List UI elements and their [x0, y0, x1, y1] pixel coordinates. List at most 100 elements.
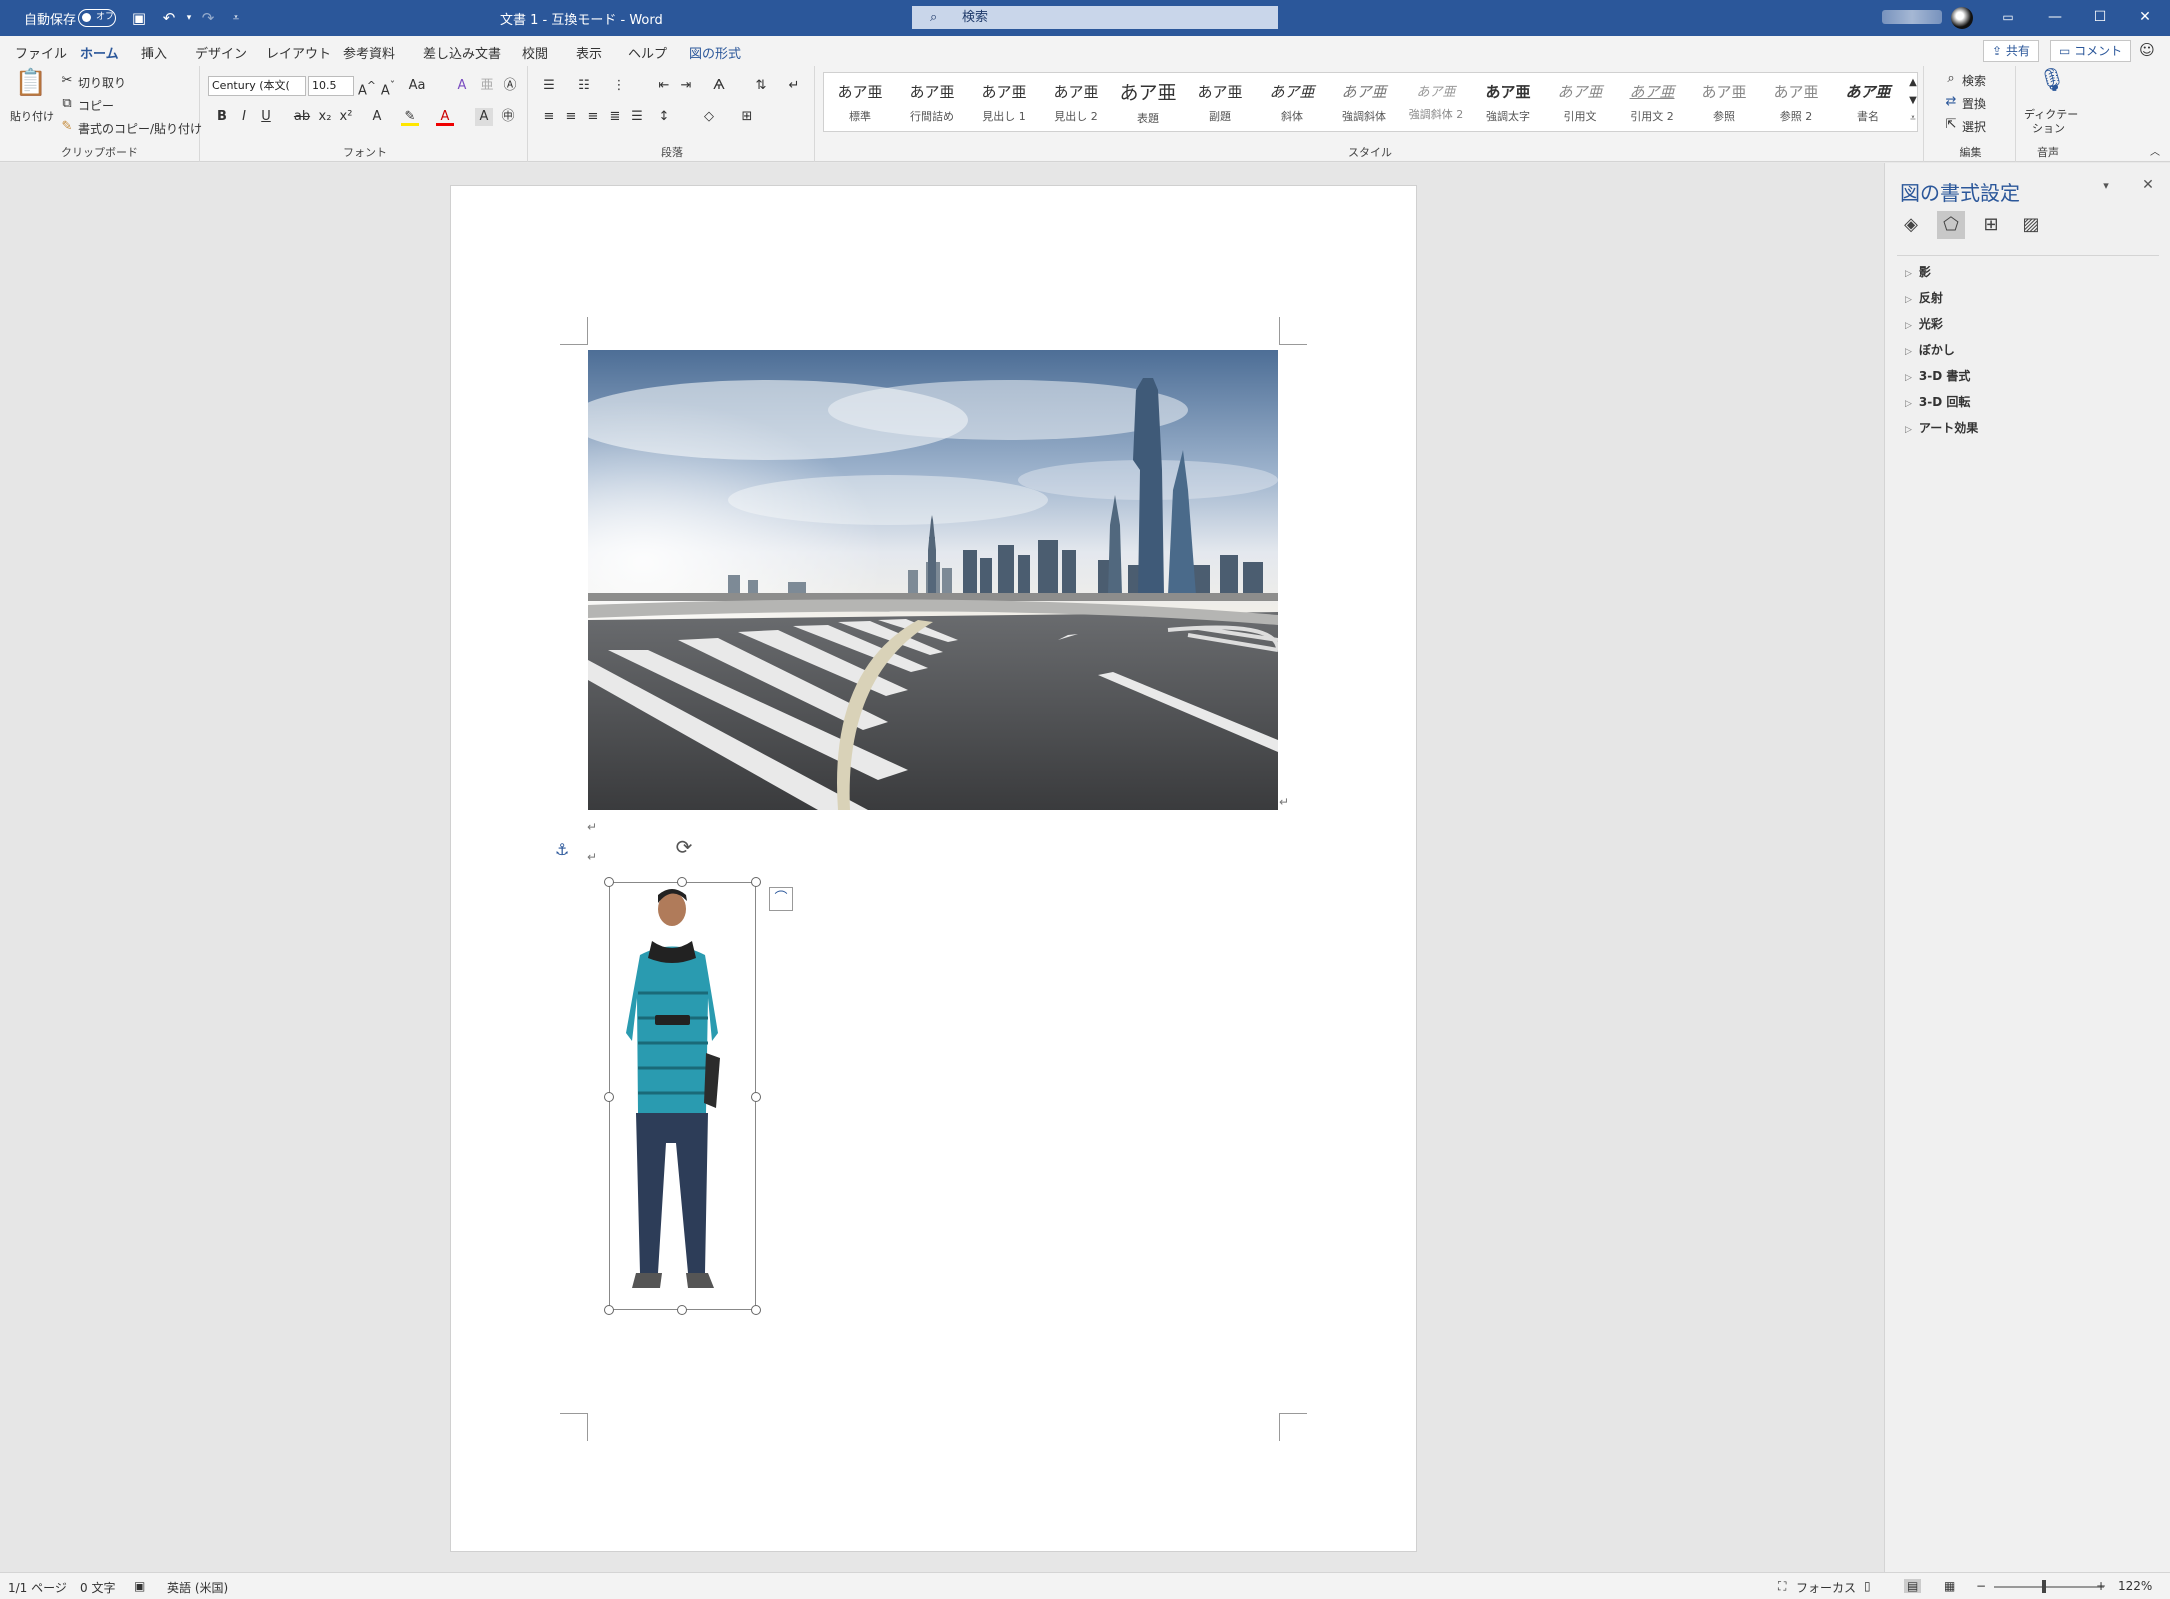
- cut-icon[interactable]: ✂: [58, 72, 76, 90]
- collapse-ribbon-icon[interactable]: ︿: [2146, 144, 2164, 162]
- resize-handle-tr[interactable]: [751, 877, 761, 887]
- enclose-characters-icon[interactable]: ㊥: [499, 108, 517, 126]
- style-intense-reference[interactable]: あア亜 参照 2: [1762, 75, 1830, 129]
- pane-item-3d-rotation[interactable]: 3-D 回転: [1905, 393, 1970, 410]
- resize-handle-bc[interactable]: [677, 1305, 687, 1315]
- resize-handle-bl[interactable]: [604, 1305, 614, 1315]
- customize-qat-icon[interactable]: ⩡: [225, 7, 247, 29]
- focus-icon[interactable]: ⛶: [1778, 1579, 1786, 1594]
- style-emphasis[interactable]: あア亜 斜体: [1258, 75, 1326, 129]
- avatar[interactable]: [1951, 7, 1973, 29]
- tab-view[interactable]: 表示: [576, 43, 602, 62]
- style-normal[interactable]: あア亜 標準: [826, 75, 894, 129]
- pane-item-glow[interactable]: 光彩: [1905, 315, 1943, 332]
- subscript-icon[interactable]: x₂: [316, 108, 334, 126]
- font-color-icon[interactable]: A: [436, 108, 454, 126]
- highlight-icon[interactable]: ✎: [401, 108, 419, 126]
- tab-mailings[interactable]: 差し込み文書: [423, 43, 501, 62]
- undo-icon[interactable]: ↶: [158, 7, 180, 29]
- clear-formatting-icon[interactable]: A: [453, 77, 471, 95]
- text-effects-icon[interactable]: A: [368, 108, 386, 126]
- font-name-combo[interactable]: Century (本文(: [208, 76, 306, 96]
- style-heading-2[interactable]: あア亜 見出し 2: [1042, 75, 1110, 129]
- resize-handle-tc[interactable]: [677, 877, 687, 887]
- rotate-handle-icon[interactable]: ⟳: [673, 837, 695, 860]
- smiley-icon[interactable]: ☺: [2138, 41, 2156, 59]
- line-spacing-icon[interactable]: ↕: [655, 108, 673, 126]
- select-button[interactable]: 選択: [1962, 118, 1986, 135]
- autosave-toggle[interactable]: オフ: [78, 9, 116, 27]
- search-box[interactable]: ⌕ 検索: [912, 6, 1278, 29]
- justify-icon[interactable]: ≣: [606, 108, 624, 126]
- find-button[interactable]: 検索: [1962, 72, 1986, 89]
- zoom-out-icon[interactable]: −: [1976, 1579, 1986, 1593]
- styles-scroll-up-icon[interactable]: ▲: [1904, 74, 1922, 92]
- shading-icon[interactable]: ◇: [700, 108, 718, 126]
- style-no-spacing[interactable]: あア亜 行間詰め: [898, 75, 966, 129]
- style-strong[interactable]: あア亜 強調太字: [1474, 75, 1542, 129]
- web-layout-icon[interactable]: ▦: [1944, 1579, 1955, 1593]
- superscript-icon[interactable]: x²: [337, 108, 355, 126]
- multilevel-list-icon[interactable]: ⋮: [610, 77, 628, 95]
- style-intense-quote[interactable]: あア亜 引用文 2: [1618, 75, 1686, 129]
- microphone-icon[interactable]: 🎙: [2038, 70, 2066, 98]
- ribbon-display-icon[interactable]: ▭: [1996, 5, 2020, 29]
- user-name[interactable]: [1882, 10, 1942, 24]
- fill-line-icon[interactable]: ◈: [1897, 211, 1925, 239]
- pane-item-reflection[interactable]: 反射: [1905, 289, 1943, 306]
- resize-handle-tl[interactable]: [604, 877, 614, 887]
- style-intense-emphasis-2[interactable]: あア亜 強調斜体 2: [1402, 75, 1470, 129]
- resize-handle-br[interactable]: [751, 1305, 761, 1315]
- copy-button[interactable]: コピー: [78, 97, 114, 114]
- picture-icon[interactable]: ▨: [2017, 211, 2045, 239]
- style-quote[interactable]: あア亜 引用文: [1546, 75, 1614, 129]
- pane-item-3d-format[interactable]: 3-D 書式: [1905, 367, 1970, 384]
- pane-close-icon[interactable]: ✕: [2139, 176, 2157, 194]
- person-image-selection[interactable]: [609, 882, 756, 1310]
- italic-icon[interactable]: I: [235, 108, 253, 126]
- layout-options-icon[interactable]: ⌒: [769, 887, 793, 911]
- pane-item-artistic-effects[interactable]: アート効果: [1905, 419, 1978, 436]
- character-shading-icon[interactable]: A: [475, 108, 493, 126]
- paste-icon[interactable]: 📋: [14, 70, 48, 108]
- word-count[interactable]: 0 文字: [80, 1579, 115, 1596]
- copy-icon[interactable]: ⧉: [58, 95, 76, 113]
- find-icon[interactable]: ⌕: [1942, 70, 1960, 88]
- style-title[interactable]: あア亜 表題: [1114, 75, 1182, 129]
- character-border-icon[interactable]: Ⓐ: [501, 77, 519, 95]
- align-center-icon[interactable]: ≡: [562, 108, 580, 126]
- zoom-in-icon[interactable]: +: [2096, 1579, 2106, 1593]
- tab-references[interactable]: 参考資料: [343, 43, 395, 62]
- styles-more-icon[interactable]: ⩡: [1904, 110, 1922, 128]
- bold-icon[interactable]: B: [213, 108, 231, 126]
- show-hide-marks-icon[interactable]: ↵: [785, 77, 803, 95]
- resize-handle-ml[interactable]: [604, 1092, 614, 1102]
- numbering-icon[interactable]: ☷: [575, 77, 593, 95]
- language[interactable]: 英語 (米国): [167, 1579, 228, 1596]
- align-right-icon[interactable]: ≡: [584, 108, 602, 126]
- style-book-title[interactable]: あア亜 書名: [1834, 75, 1902, 129]
- phonetic-guide-icon[interactable]: 亜: [478, 77, 496, 95]
- format-painter-button[interactable]: 書式のコピー/貼り付け: [78, 120, 202, 137]
- asian-layout-icon[interactable]: Ѧ: [710, 77, 728, 95]
- distributed-icon[interactable]: ☰: [628, 108, 646, 126]
- underline-icon[interactable]: U: [257, 108, 275, 126]
- zoom-level[interactable]: 122%: [2118, 1579, 2152, 1593]
- layout-properties-icon[interactable]: ⊞: [1977, 211, 2005, 239]
- pane-item-soft-edges[interactable]: ぼかし: [1905, 341, 1955, 358]
- style-subtle-reference[interactable]: あア亜 参照: [1690, 75, 1758, 129]
- decrease-indent-icon[interactable]: ⇤: [655, 77, 673, 95]
- zoom-slider-thumb[interactable]: [2042, 1580, 2046, 1593]
- effects-icon[interactable]: ⬠: [1937, 211, 1965, 239]
- tab-design[interactable]: デザイン: [195, 43, 247, 62]
- comment-button[interactable]: ▭ コメント: [2050, 40, 2132, 62]
- resize-handle-mr[interactable]: [751, 1092, 761, 1102]
- student-person-picture[interactable]: [610, 883, 755, 1309]
- select-icon[interactable]: ⇱: [1942, 116, 1960, 134]
- replace-icon[interactable]: ⇄: [1942, 93, 1960, 111]
- shrink-font-icon[interactable]: Aˇ: [379, 77, 397, 98]
- focus-button[interactable]: フォーカス: [1796, 1579, 1856, 1596]
- tab-review[interactable]: 校閲: [522, 43, 548, 62]
- styles-scroll-down-icon[interactable]: ▼: [1904, 92, 1922, 110]
- strikethrough-icon[interactable]: ab: [293, 108, 311, 126]
